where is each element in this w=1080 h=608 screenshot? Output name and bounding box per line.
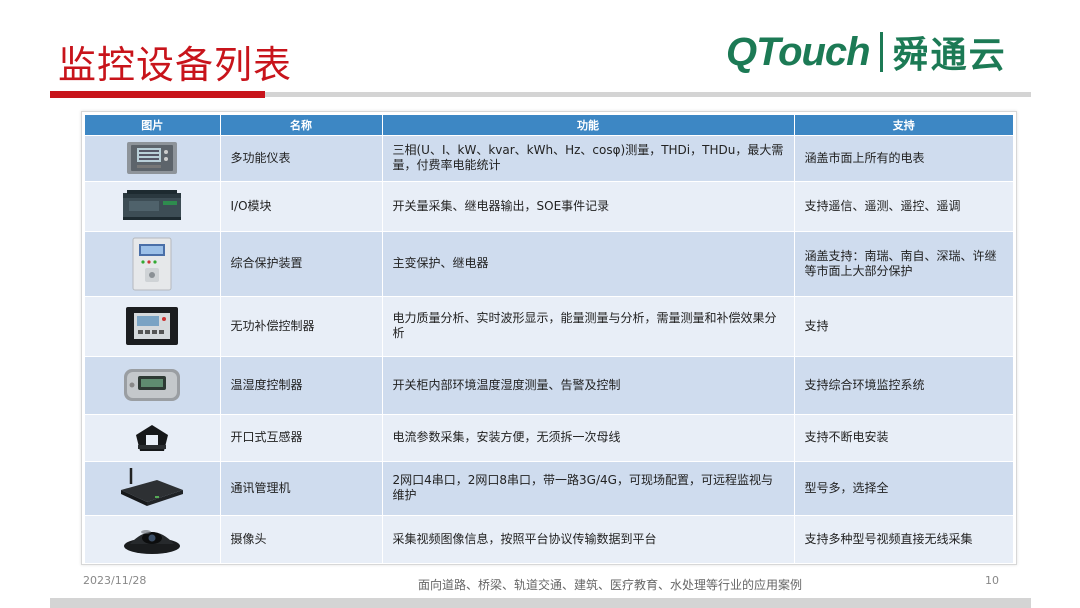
image-cell [85, 413, 221, 461]
image-cell [85, 180, 221, 231]
device-name: 多功能仪表 [220, 134, 383, 181]
table-row: 温湿度控制器 开关柜内部环境温度湿度测量、告警及控制 支持综合环境监控系统 [85, 355, 1013, 414]
header-support: 支持 [794, 115, 1013, 135]
table-row: 通讯管理机 2网口4串口，2网口8串口，带一路3G/4G，可现场配置，可远程监视… [85, 460, 1013, 515]
reactive-controller-icon [85, 305, 220, 347]
device-name: 通讯管理机 [220, 460, 383, 515]
table-row: 综合保护装置 主变保护、继电器 涵盖支持：南瑞、南自、深瑞、许继等市面上大部分保… [85, 230, 1013, 296]
device-name: 摄像头 [220, 514, 383, 563]
table-row: 摄像头 采集视频图像信息，按照平台协议传输数据到平台 支持多种型号视频直接无线采… [85, 514, 1013, 563]
device-function: 开关量采集、继电器输出，SOE事件记录 [382, 180, 795, 231]
device-name: 综合保护装置 [220, 230, 383, 296]
device-function: 主变保护、继电器 [382, 230, 795, 296]
image-cell [85, 295, 221, 356]
device-name: 无功补偿控制器 [220, 295, 383, 356]
table-header-row: 图片 名称 功能 支持 [85, 115, 1013, 135]
table-row: 无功补偿控制器 电力质量分析、实时波形显示，能量测量与分析，需量测量和补偿效果分… [85, 295, 1013, 356]
logo-chinese: 舜通云 [892, 35, 1007, 76]
page-number: 10 [985, 574, 999, 587]
protection-device-icon [85, 236, 220, 292]
qtouch-logo: QTouch 舜通云 [726, 28, 1007, 77]
power-meter-icon [85, 140, 220, 176]
device-support: 支持遥信、遥测、遥控、遥调 [794, 180, 1013, 231]
comm-manager-icon [85, 466, 220, 510]
image-cell [85, 460, 221, 515]
device-function: 电力质量分析、实时波形显示，能量测量与分析，需量测量和补偿效果分析 [382, 295, 795, 356]
device-table-frame: 图片 名称 功能 支持 多功能仪表 三相(U、I、kW、kvar、kWh、Hz、… [81, 111, 1017, 565]
title-accent-bar [50, 91, 265, 98]
device-support: 支持综合环境监控系统 [794, 355, 1013, 414]
device-support: 支持多种型号视频直接无线采集 [794, 514, 1013, 563]
logo-wordmark: QTouch [726, 29, 871, 74]
device-support: 支持 [794, 295, 1013, 356]
image-cell [85, 355, 221, 414]
camera-icon [85, 520, 220, 558]
table-row: 多功能仪表 三相(U、I、kW、kvar、kWh、Hz、cosφ)测量，THDi… [85, 134, 1013, 181]
device-name: 开口式互感器 [220, 413, 383, 461]
device-name: 温湿度控制器 [220, 355, 383, 414]
io-module-icon [85, 189, 220, 223]
slide-title: 监控设备列表 [58, 43, 293, 87]
title-divider [265, 92, 1031, 97]
header-image: 图片 [85, 115, 221, 135]
footer-text: 面向道路、桥梁、轨道交通、建筑、医疗教育、水处理等行业的应用案例 [417, 578, 802, 592]
image-cell [85, 514, 221, 563]
device-support: 支持不断电安装 [794, 413, 1013, 461]
device-support: 涵盖市面上所有的电表 [794, 134, 1013, 181]
device-function: 三相(U、I、kW、kvar、kWh、Hz、cosφ)测量，THDi，THDu，… [382, 134, 795, 181]
device-name: I/O模块 [220, 180, 383, 231]
table-row: 开口式互感器 电流参数采集，安装方便，无须拆一次母线 支持不断电安装 [85, 413, 1013, 461]
device-function: 采集视频图像信息，按照平台协议传输数据到平台 [382, 514, 795, 563]
header-function: 功能 [382, 115, 795, 135]
device-function: 电流参数采集，安装方便，无须拆一次母线 [382, 413, 795, 461]
humidity-controller-icon [85, 365, 220, 405]
device-support: 型号多，选择全 [794, 460, 1013, 515]
split-ct-icon [85, 421, 220, 455]
table-row: I/O模块 开关量采集、继电器输出，SOE事件记录 支持遥信、遥测、遥控、遥调 [85, 180, 1013, 231]
device-function: 开关柜内部环境温度湿度测量、告警及控制 [382, 355, 795, 414]
bottom-bar [50, 598, 1031, 608]
image-cell [85, 134, 221, 181]
header-name: 名称 [220, 115, 383, 135]
device-support: 涵盖支持：南瑞、南自、深瑞、许继等市面上大部分保护 [794, 230, 1013, 296]
device-function: 2网口4串口，2网口8串口，带一路3G/4G，可现场配置，可远程监视与维护 [382, 460, 795, 515]
image-cell [85, 230, 221, 296]
device-table: 图片 名称 功能 支持 多功能仪表 三相(U、I、kW、kvar、kWh、Hz、… [85, 115, 1013, 563]
logo-separator [879, 32, 883, 72]
